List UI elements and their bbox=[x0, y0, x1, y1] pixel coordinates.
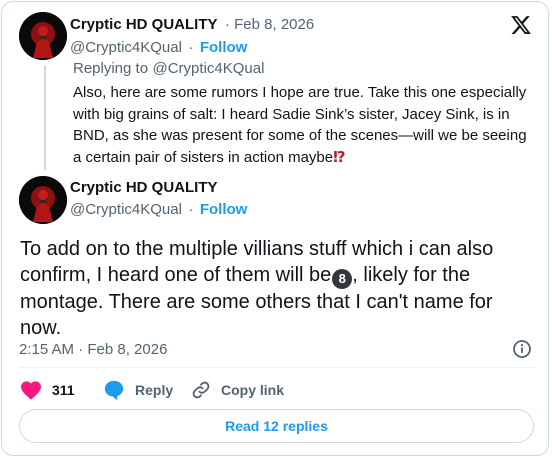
x-logo-icon[interactable] bbox=[510, 14, 532, 36]
link-icon bbox=[192, 381, 210, 399]
info-icon[interactable] bbox=[512, 339, 532, 359]
replying-to-prefix: Replying to bbox=[73, 60, 149, 77]
replying-to-handle[interactable]: @Cryptic4KQual bbox=[153, 60, 265, 77]
reply-icon bbox=[104, 380, 124, 400]
read-replies-button[interactable]: Read 12 replies bbox=[19, 409, 534, 443]
like-count: 311 bbox=[52, 382, 75, 398]
divider bbox=[19, 367, 535, 368]
copy-link-button[interactable]: Copy link bbox=[191, 378, 284, 402]
tweet1-display-name[interactable]: Cryptic HD QUALITY bbox=[70, 16, 218, 33]
avatar[interactable] bbox=[19, 176, 67, 224]
like-button[interactable]: 311 bbox=[20, 378, 75, 402]
reply-label: Reply bbox=[135, 382, 174, 398]
eight-ball-emoji: 8 bbox=[332, 269, 353, 289]
separator-dot: · bbox=[188, 39, 194, 56]
reply-button[interactable]: Reply bbox=[103, 378, 173, 402]
tweet1-date[interactable]: · Feb 8, 2026 bbox=[225, 16, 314, 33]
heart-icon bbox=[21, 381, 41, 400]
tweet2-handle[interactable]: @Cryptic4KQual bbox=[70, 201, 182, 218]
tweet1-follow-button[interactable]: Follow bbox=[200, 39, 248, 56]
interrobang-emoji: ⁉ bbox=[333, 148, 346, 166]
separator-dot: · bbox=[188, 201, 194, 218]
tweet1-handle[interactable]: @Cryptic4KQual bbox=[70, 39, 182, 56]
avatar[interactable] bbox=[19, 12, 67, 60]
tweet2-timestamp[interactable]: 2:15 AM · Feb 8, 2026 bbox=[19, 341, 167, 358]
tweet1-text: Also, here are some rumors I hope are tr… bbox=[73, 82, 535, 168]
tweet1-body: Also, here are some rumors I hope are tr… bbox=[73, 84, 527, 166]
tweet2-follow-button[interactable]: Follow bbox=[200, 201, 248, 218]
thread-connector-line bbox=[44, 65, 46, 170]
tweet2-display-name[interactable]: Cryptic HD QUALITY bbox=[70, 179, 218, 196]
embedded-tweet-card: Cryptic HD QUALITY · Feb 8, 2026 @Crypti… bbox=[1, 1, 549, 456]
copy-link-label: Copy link bbox=[221, 382, 285, 398]
tweet2-text: To add on to the multiple villians stuff… bbox=[20, 236, 535, 341]
